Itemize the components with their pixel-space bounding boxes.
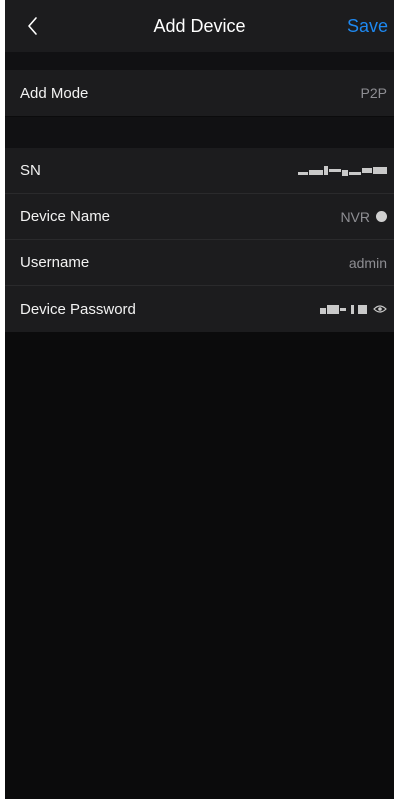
username-text: admin: [348, 254, 387, 271]
save-button[interactable]: Save: [347, 16, 388, 37]
username-value: admin: [349, 255, 387, 271]
eye-icon[interactable]: [373, 304, 387, 314]
device-password-row[interactable]: Device Password: [5, 286, 394, 332]
add-mode-value: P2P: [361, 85, 387, 101]
device-password-label: Device Password: [20, 300, 136, 318]
app-screen: Add Device Save Add Mode P2P SN Device N…: [5, 0, 394, 799]
sn-value: [298, 165, 387, 177]
username-label: Username: [20, 254, 90, 271]
redacted-serial-number-icon: [298, 165, 387, 177]
username-row[interactable]: Username admin: [5, 240, 394, 286]
section-device-info: SN Device Name NVR Username admin Device…: [5, 148, 394, 332]
add-mode-row[interactable]: Add Mode P2P: [5, 70, 394, 116]
add-mode-label: Add Mode: [20, 84, 89, 102]
device-name-value: NVR: [340, 209, 387, 225]
page-title: Add Device: [153, 16, 246, 36]
device-name-label: Device Name: [20, 208, 111, 225]
nav-bar: Add Device Save: [5, 0, 394, 52]
section-spacer: [5, 117, 394, 148]
section-mode: Add Mode P2P: [5, 70, 394, 116]
device-name-text: NVR: [340, 208, 370, 225]
add-mode-value-text: P2P: [360, 85, 387, 101]
clear-icon[interactable]: [376, 211, 387, 222]
redacted-password-icon: [320, 303, 367, 315]
section-spacer: [5, 52, 394, 70]
sn-row[interactable]: SN: [5, 148, 394, 194]
device-password-value: [320, 303, 387, 315]
sn-label: SN: [20, 162, 41, 179]
device-name-row[interactable]: Device Name NVR: [5, 194, 394, 240]
